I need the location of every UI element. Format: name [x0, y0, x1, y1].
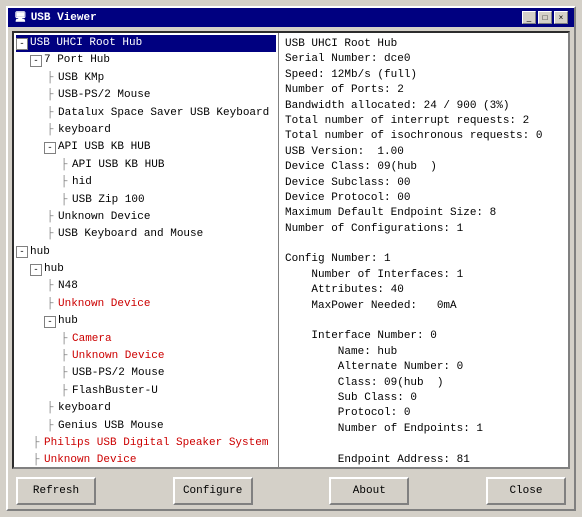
tree-item-7port[interactable]: -7 Port Hub	[16, 52, 276, 69]
tree-item-camera[interactable]: ├Camera	[16, 331, 276, 348]
leaf-dash: ├	[30, 453, 42, 467]
expand-icon[interactable]: -	[44, 142, 56, 154]
tree-item-label: USB-PS/2 Mouse	[72, 366, 164, 381]
leaf-dash: ├	[58, 158, 70, 173]
tree-item-label: Genius USB Mouse	[58, 419, 164, 434]
leaf-dash: ├	[44, 297, 56, 312]
tree-item-unknown3[interactable]: ├Unknown Device	[16, 348, 276, 365]
tree-item-label: USB KMp	[58, 71, 104, 86]
tree-item-label: Unknown Device	[72, 349, 164, 364]
expand-icon[interactable]: -	[30, 55, 42, 67]
close-button[interactable]: ×	[554, 11, 568, 24]
leaf-dash: ├	[44, 401, 56, 416]
tree-item-philips[interactable]: ├Philips USB Digital Speaker System	[16, 435, 276, 452]
configure-button[interactable]: Configure	[173, 477, 253, 505]
leaf-dash: ├	[58, 366, 70, 381]
leaf-dash: ├	[58, 332, 70, 347]
leaf-dash: ├	[44, 71, 56, 86]
tree-item-hub3[interactable]: -hub	[16, 313, 276, 330]
leaf-dash: ├	[44, 123, 56, 138]
tree-item-apikb[interactable]: -API USB KB HUB	[16, 139, 276, 156]
expand-icon[interactable]: -	[44, 316, 56, 328]
tree-item-label: Datalux Space Saver USB Keyboard	[58, 106, 269, 121]
tree-item-label: hub	[58, 314, 78, 329]
tree-item-hub2[interactable]: -hub	[16, 261, 276, 278]
tree-item-root[interactable]: -USB UHCI Root Hub	[16, 35, 276, 52]
tree-item-label: N48	[58, 279, 78, 294]
tree-item-label: API USB KB HUB	[72, 158, 164, 173]
tree-item-flashbuster1[interactable]: ├FlashBuster-U	[16, 383, 276, 400]
tree-item-label: USB Keyboard and Mouse	[58, 227, 203, 242]
tree-item-label: hub	[44, 262, 64, 277]
window-title: USB Viewer	[31, 12, 518, 24]
tree-item-hub1[interactable]: -hub	[16, 244, 276, 261]
tree-item-label: hub	[30, 245, 50, 260]
tree-item-label: Unknown Device	[58, 210, 150, 225]
leaf-dash: ├	[44, 88, 56, 103]
tree-item-zip[interactable]: ├USB Zip 100	[16, 192, 276, 209]
tree-item-usbkbmouse[interactable]: ├USB Keyboard and Mouse	[16, 226, 276, 243]
tree-item-keyboard2[interactable]: ├keyboard	[16, 400, 276, 417]
title-bar-buttons: _ □ ×	[522, 11, 568, 24]
tree-item-n48[interactable]: ├N48	[16, 278, 276, 295]
tree-item-unknown1[interactable]: ├Unknown Device	[16, 209, 276, 226]
tree-item-label: API USB KB HUB	[58, 140, 150, 155]
tree-item-genius[interactable]: ├Genius USB Mouse	[16, 418, 276, 435]
leaf-dash: ├	[58, 175, 70, 190]
leaf-dash: ├	[44, 106, 56, 121]
expand-icon[interactable]: -	[16, 38, 28, 50]
footer: Refresh Configure About Close	[8, 473, 574, 509]
tree-item-label: USB UHCI Root Hub	[30, 36, 142, 51]
leaf-dash: ├	[44, 279, 56, 294]
tree-item-label: Unknown Device	[58, 297, 150, 312]
minimize-button[interactable]: _	[522, 11, 536, 24]
tree-item-label: USB Zip 100	[72, 193, 145, 208]
leaf-dash: ├	[44, 227, 56, 242]
leaf-dash: ├	[44, 419, 56, 434]
title-bar: 🖥 USB Viewer _ □ ×	[8, 8, 574, 27]
detail-panel: USB UHCI Root Hub Serial Number: dce0 Sp…	[279, 33, 568, 467]
tree-item-hid[interactable]: ├hid	[16, 174, 276, 191]
tree-item-label: 7 Port Hub	[44, 53, 110, 68]
leaf-dash: ├	[58, 384, 70, 399]
leaf-dash: ├	[44, 210, 56, 225]
leaf-dash: ├	[58, 193, 70, 208]
leaf-dash: ├	[58, 349, 70, 364]
tree-item-label: hid	[72, 175, 92, 190]
tree-item-apikb2[interactable]: ├API USB KB HUB	[16, 157, 276, 174]
content-area: -USB UHCI Root Hub-7 Port Hub├USB KMp├US…	[12, 31, 570, 469]
tree-item-label: keyboard	[58, 123, 111, 138]
tree-item-usbkmp[interactable]: ├USB KMp	[16, 70, 276, 87]
tree-item-label: keyboard	[58, 401, 111, 416]
about-button[interactable]: About	[329, 477, 409, 505]
leaf-dash: ├	[30, 436, 42, 451]
maximize-button[interactable]: □	[538, 11, 552, 24]
tree-item-datalux[interactable]: ├Datalux Space Saver USB Keyboard	[16, 105, 276, 122]
refresh-button[interactable]: Refresh	[16, 477, 96, 505]
tree-item-unknown2[interactable]: ├Unknown Device	[16, 296, 276, 313]
tree-item-label: Camera	[72, 332, 112, 347]
main-window: 🖥 USB Viewer _ □ × -USB UHCI Root Hub-7 …	[6, 6, 576, 511]
tree-item-label: Unknown Device	[44, 453, 136, 467]
tree-item-usbps2mouse2[interactable]: ├USB-PS/2 Mouse	[16, 365, 276, 382]
expand-icon[interactable]: -	[30, 264, 42, 276]
close-button-footer[interactable]: Close	[486, 477, 566, 505]
tree-panel[interactable]: -USB UHCI Root Hub-7 Port Hub├USB KMp├US…	[14, 33, 279, 467]
tree-item-label: FlashBuster-U	[72, 384, 158, 399]
expand-icon[interactable]: -	[16, 246, 28, 258]
tree-item-keyboard1[interactable]: ├keyboard	[16, 122, 276, 139]
tree-item-label: USB-PS/2 Mouse	[58, 88, 150, 103]
tree-item-usbps2mouse[interactable]: ├USB-PS/2 Mouse	[16, 87, 276, 104]
tree-item-label: Philips USB Digital Speaker System	[44, 436, 268, 451]
tree-item-unknown4[interactable]: ├Unknown Device	[16, 452, 276, 467]
window-icon: 🖥	[14, 12, 27, 24]
